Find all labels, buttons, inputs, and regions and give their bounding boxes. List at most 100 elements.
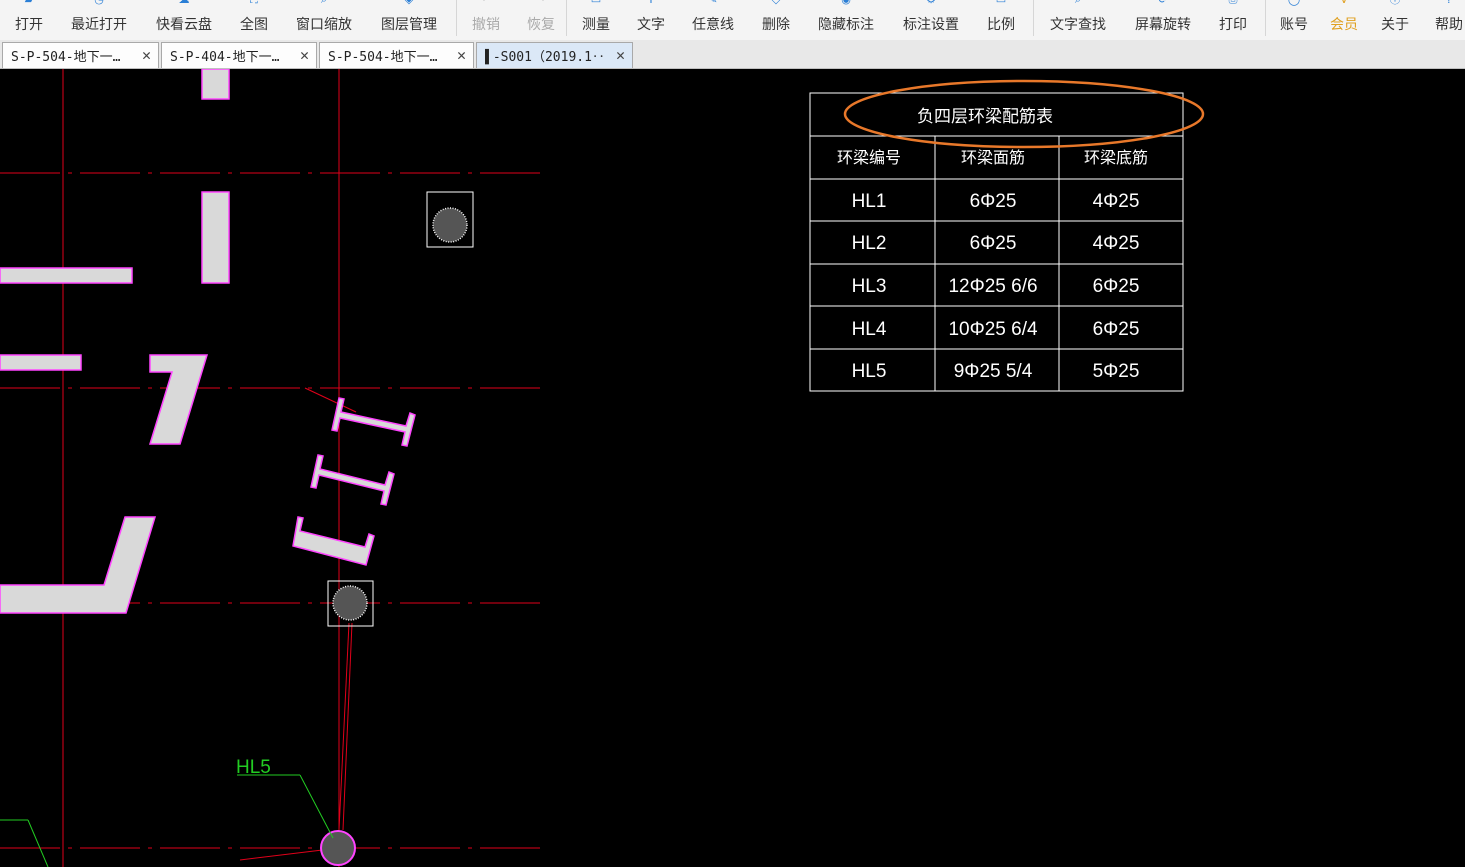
ruler-icon: ▭	[588, 0, 604, 6]
table-cell: 10Φ25 6/4	[948, 319, 1038, 340]
toolbar-button-label: 撤销	[472, 17, 500, 33]
table-cell: 12Φ25 6/6	[948, 276, 1037, 297]
user-icon: ◯	[1286, 0, 1302, 6]
column-circle	[320, 830, 356, 866]
toolbar-button-4[interactable]: ⌕ 窗口缩放	[284, 0, 364, 40]
wall	[148, 354, 209, 445]
tab-label: S-P-404-地下一…	[170, 50, 280, 65]
table-header-cell: 环梁底筋	[1084, 148, 1148, 167]
toolbar-button-15[interactable]: ⌕ 文字查找	[1038, 0, 1118, 40]
toolbar-button-2[interactable]: ☁ 快看云盘	[144, 0, 224, 40]
toolbar-button-label: 快看云盘	[156, 17, 212, 33]
toolbar-button-label: 关于	[1381, 17, 1409, 33]
help-icon: ?	[1441, 0, 1457, 6]
tab-label: S-P-504-地下一…	[11, 50, 121, 65]
eraser-icon: ◇	[768, 0, 784, 6]
tab-label: S-P-504-地下一…	[328, 50, 438, 65]
toolbar-button-label: 比例	[987, 17, 1015, 33]
cad-canvas[interactable]: HL5 负四层环梁配筋表 环梁编号 环梁面筋 环梁底筋 HL1 6Φ25 4Φ25 HL2 6…	[0, 69, 1465, 867]
toolbar-button-label: 删除	[762, 17, 790, 33]
folder-open-icon: ▰	[21, 0, 37, 6]
column-circle	[432, 207, 468, 243]
toolbar-button-1[interactable]: ◷ 最近打开	[59, 0, 139, 40]
table-cell: HL2	[852, 233, 887, 254]
document-tab[interactable]: S-P-504-地下一… ✕	[319, 42, 474, 68]
toolbar-button-label: 恢复	[527, 17, 555, 33]
toolbar-button-label: 图层管理	[381, 17, 437, 33]
table-cell: HL5	[852, 361, 887, 382]
toolbar-button-11[interactable]: ◇ 删除	[736, 0, 816, 40]
gear-icon: ⚙	[923, 0, 939, 6]
vip-icon: V	[1336, 0, 1352, 6]
walls	[0, 69, 416, 614]
wall	[0, 267, 133, 284]
close-icon[interactable]: ✕	[616, 46, 625, 64]
tab-bar: S-P-504-地下一… ✕ S-P-404-地下一… ✕ S-P-504-地下一… ✕ ▌…	[0, 40, 1465, 69]
toolbar-button-label: 文字查找	[1050, 17, 1106, 33]
table-cell: 4Φ25	[1093, 233, 1140, 254]
tab-label: ▌-S001（2019.1‥	[485, 50, 605, 65]
text-icon: T	[643, 0, 659, 6]
eye-icon: ◉	[838, 0, 854, 6]
scale-icon: ▭	[993, 0, 1009, 6]
table-cell: 6Φ25	[1093, 276, 1140, 297]
document-tab[interactable]: ▌-S001（2019.1‥ ✕	[476, 42, 633, 68]
rebar-table: 负四层环梁配筋表 环梁编号 环梁面筋 环梁底筋 HL1 6Φ25 4Φ25 HL2 6Φ25 4…	[809, 92, 1184, 392]
grid-line	[304, 387, 357, 413]
table-cell: 4Φ25	[1093, 191, 1140, 212]
close-icon[interactable]: ✕	[457, 46, 466, 64]
toolbar-button-label: 文字	[637, 17, 665, 33]
grid-lines	[0, 69, 546, 867]
wall	[310, 454, 395, 506]
table-header-cell: 环梁面筋	[961, 148, 1025, 167]
layers-icon: ◈	[401, 0, 417, 6]
search-text-icon: ⌕	[1070, 0, 1086, 6]
table-cell: 6Φ25	[1093, 319, 1140, 340]
toolbar-button-label: 隐藏标注	[818, 17, 874, 33]
info-icon: ⓘ	[1387, 0, 1403, 6]
recent-icon: ◷	[91, 0, 107, 6]
toolbar-button-label: 打开	[15, 17, 43, 33]
table-cell: 9Φ25 5/4	[954, 361, 1033, 382]
toolbar-button-5[interactable]: ◈ 图层管理	[369, 0, 449, 40]
close-icon[interactable]: ✕	[300, 46, 309, 64]
toolbar-button-12[interactable]: ◉ 隐藏标注	[806, 0, 886, 40]
toolbar-button-label: 标注设置	[903, 17, 959, 33]
cloud-icon: ☁	[176, 0, 192, 6]
close-icon[interactable]: ✕	[142, 46, 151, 64]
toolbar-button-13[interactable]: ⚙ 标注设置	[891, 0, 971, 40]
columns	[320, 191, 474, 866]
wall	[201, 69, 230, 100]
wall	[201, 191, 230, 284]
table-header-cell: 环梁编号	[837, 148, 901, 167]
document-tab[interactable]: S-P-504-地下一… ✕	[2, 42, 159, 68]
toolbar-button-14[interactable]: ▭ 比例	[961, 0, 1041, 40]
toolbar-button-label: 打印	[1219, 17, 1247, 33]
toolbar-button-label: 帮助	[1435, 17, 1463, 33]
beam-label-text: HL5	[236, 757, 271, 778]
table-cell: HL4	[852, 319, 887, 340]
table-cell: 5Φ25	[1093, 361, 1140, 382]
toolbar-button-16[interactable]: ⟳ 屏幕旋转	[1123, 0, 1203, 40]
beam-label[interactable]: HL5	[0, 757, 334, 867]
toolbar: ▰ 打开 ◷ 最近打开 ☁ 快看云盘 ⛶ 全图 ⌕ 窗口缩放 ◈ 图层管理 ↶ 撤销 ↷ 恢复 ▭ 测量 T 文字 ✎ 任…	[0, 0, 1465, 41]
toolbar-button-21[interactable]: ? 帮助	[1409, 0, 1465, 40]
toolbar-button-label: 屏幕旋转	[1135, 17, 1191, 33]
toolbar-button-label: 任意线	[692, 17, 734, 33]
printer-icon: ⎙	[1225, 0, 1241, 6]
toolbar-button-label: 最近打开	[71, 17, 127, 33]
toolbar-button-label: 窗口缩放	[296, 17, 352, 33]
pen-icon: ✎	[705, 0, 721, 6]
table-title: 负四层环梁配筋表	[917, 107, 1053, 127]
table-cell: HL1	[852, 191, 887, 212]
undo-icon: ↶	[478, 0, 494, 6]
toolbar-separator	[1265, 0, 1266, 36]
toolbar-button-3[interactable]: ⛶ 全图	[214, 0, 294, 40]
rotate-icon: ⟳	[1155, 0, 1171, 6]
column-circle	[332, 585, 368, 621]
toolbar-button-label: 测量	[582, 17, 610, 33]
zoom-window-icon: ⌕	[316, 0, 332, 6]
document-tab[interactable]: S-P-404-地下一… ✕	[161, 42, 317, 68]
wall	[0, 354, 82, 371]
toolbar-button-label: 全图	[240, 17, 268, 33]
